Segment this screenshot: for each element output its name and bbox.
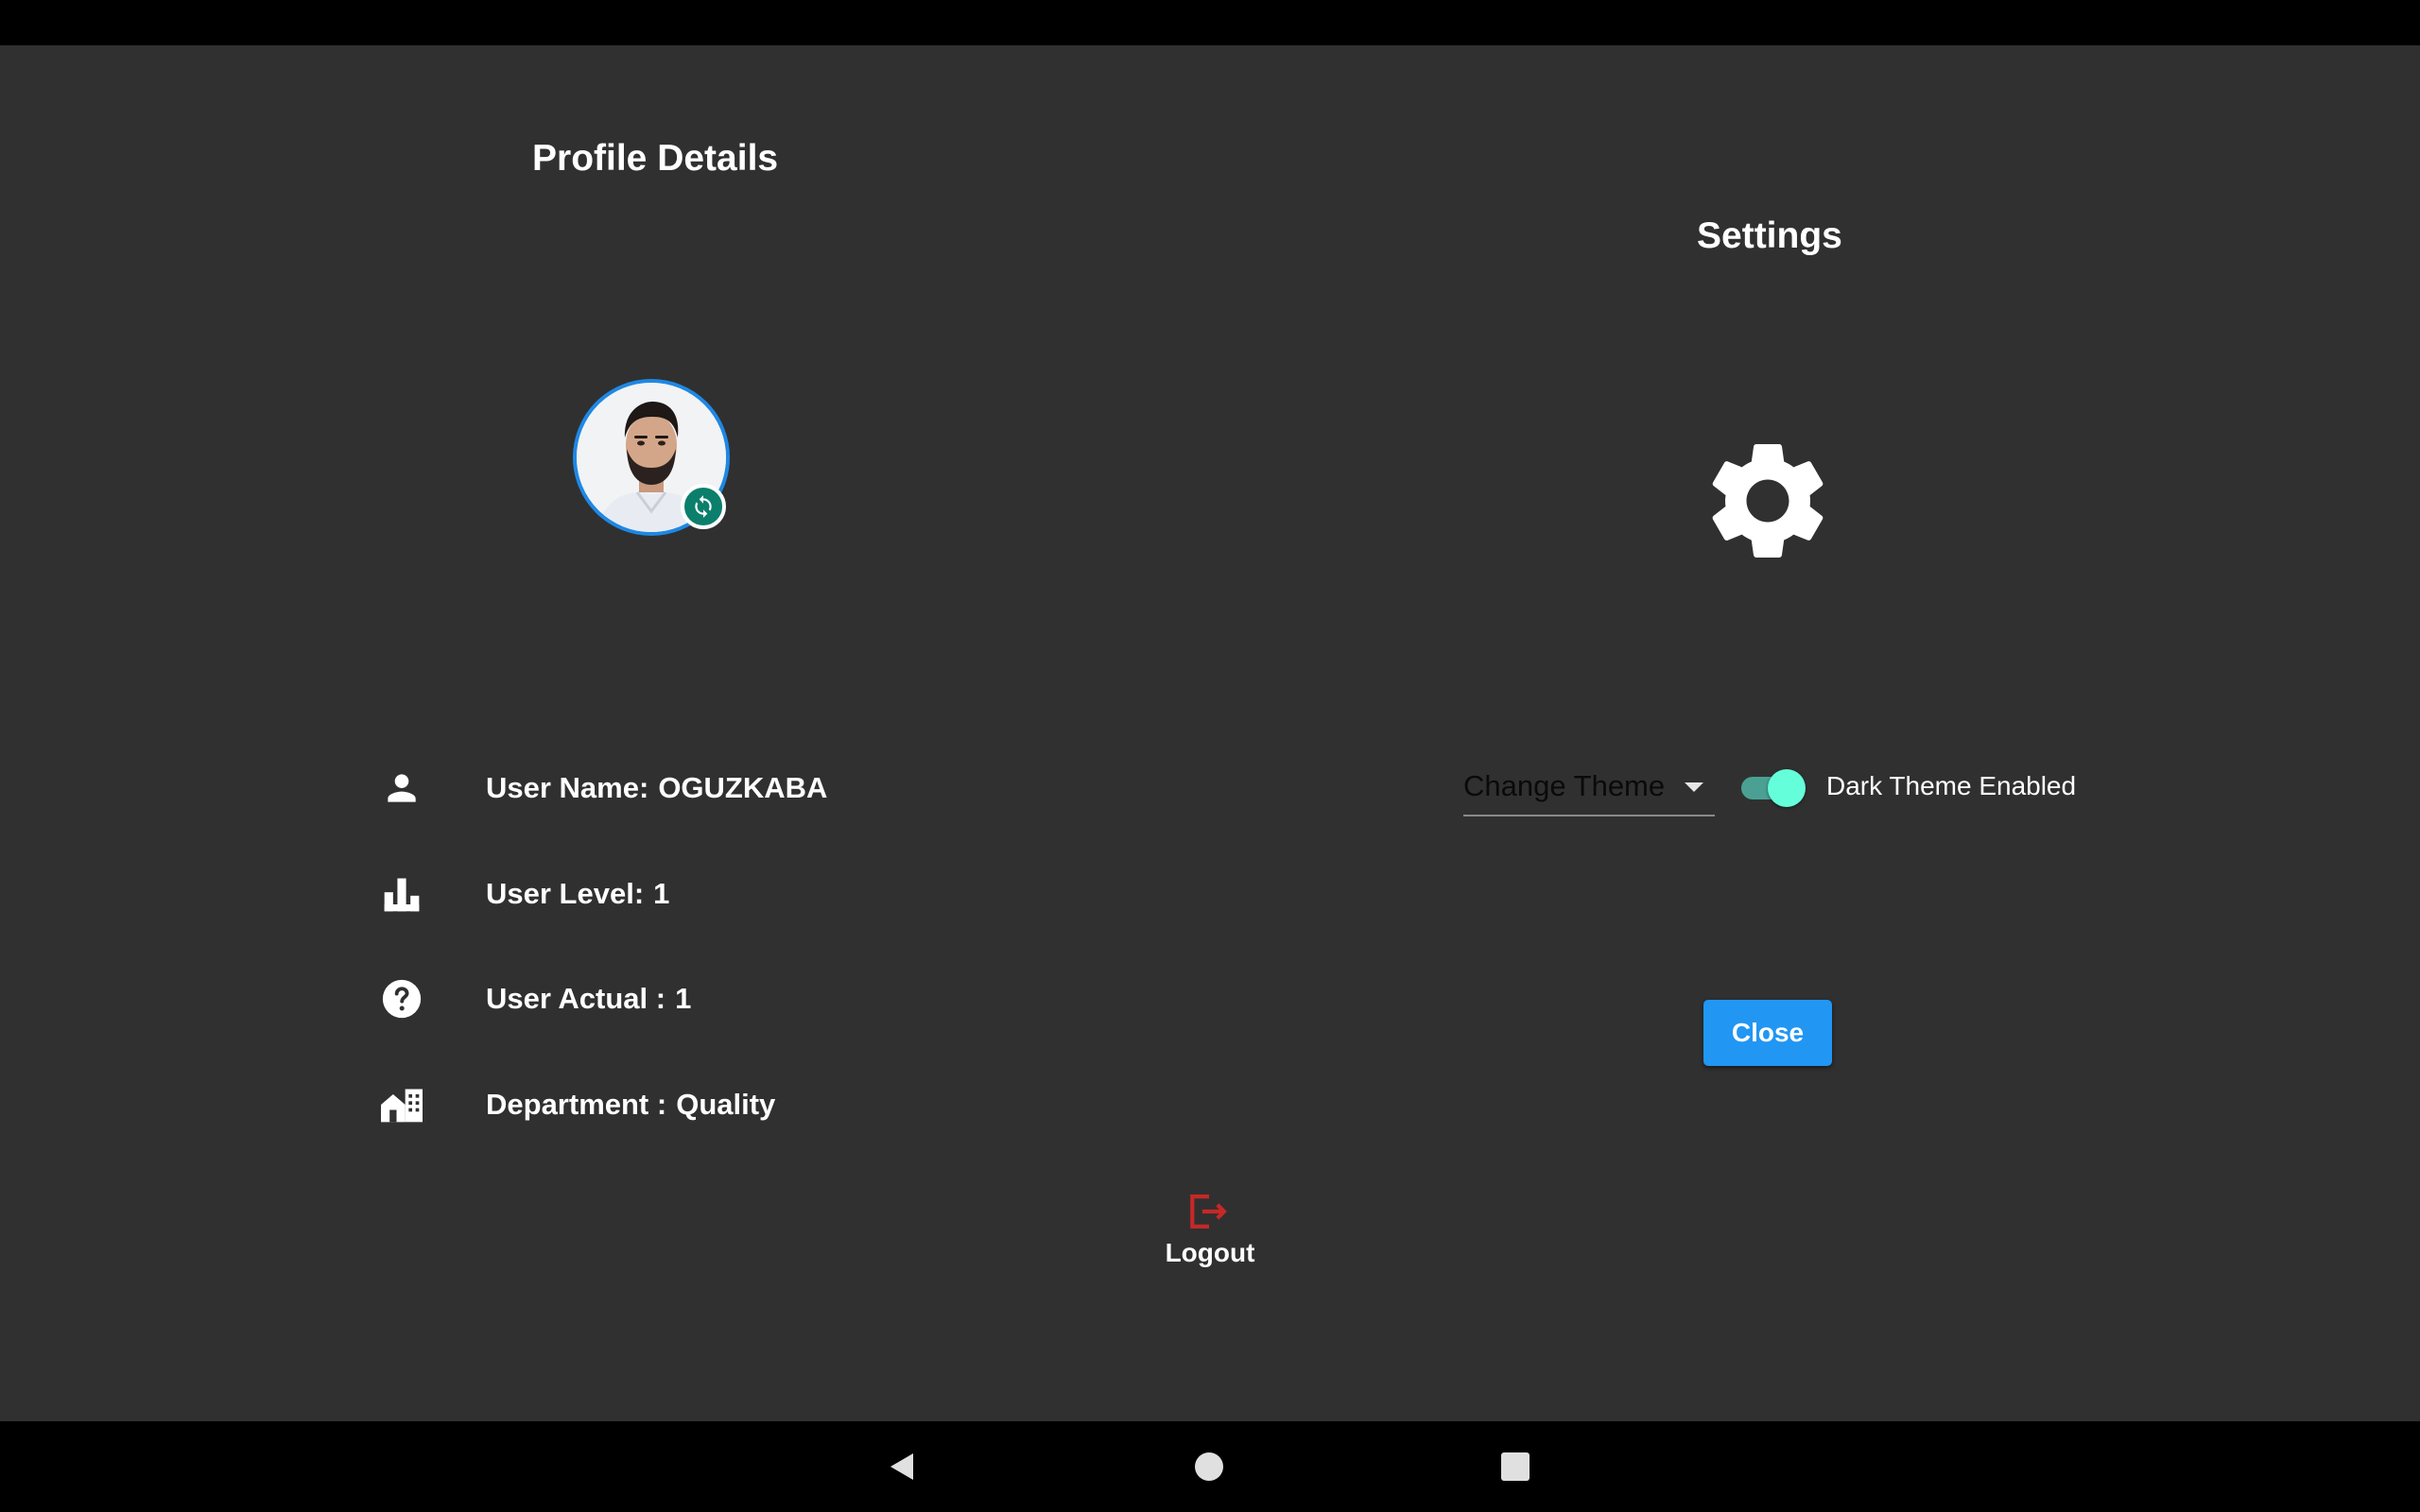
user-actual-row: User Actual : 1 <box>376 971 691 1027</box>
toggle-thumb <box>1768 769 1806 807</box>
user-level-label: User Level: <box>486 877 645 910</box>
user-level-text: User Level: 1 <box>486 877 669 911</box>
recent-apps-icon[interactable] <box>1501 1452 1530 1481</box>
user-name-value: OGUZKABA <box>658 771 828 804</box>
profile-details-title: Profile Details <box>532 138 779 179</box>
change-theme-dropdown[interactable]: Change Theme <box>1463 764 1715 816</box>
sync-icon[interactable] <box>681 484 726 529</box>
user-level-value: 1 <box>653 877 670 910</box>
user-actual-value: 1 <box>675 982 692 1015</box>
bar-chart-icon <box>376 868 427 919</box>
status-bar <box>0 0 2420 45</box>
user-name-row: User Name: OGUZKABA <box>376 760 827 816</box>
dark-theme-label: Dark Theme Enabled <box>1826 771 2077 800</box>
user-name-text: User Name: OGUZKABA <box>486 771 827 805</box>
change-theme-label: Change Theme <box>1463 769 1666 802</box>
department-label: Department : <box>486 1088 667 1121</box>
person-icon <box>376 763 427 814</box>
logout-label: Logout <box>1165 1238 1255 1267</box>
close-button[interactable]: Close <box>1703 1000 1832 1066</box>
user-name-label: User Name: <box>486 771 649 804</box>
logout-button[interactable]: Logout <box>1153 1193 1267 1268</box>
user-actual-label: User Actual : <box>486 982 666 1015</box>
building-icon <box>376 1079 427 1130</box>
settings-title: Settings <box>1697 215 1842 256</box>
department-value: Quality <box>676 1088 776 1121</box>
dark-theme-toggle[interactable] <box>1739 769 1809 807</box>
department-text: Department : Quality <box>486 1088 775 1122</box>
user-level-row: User Level: 1 <box>376 866 669 922</box>
logout-icon <box>1187 1193 1231 1230</box>
gear-icon <box>1697 430 1839 572</box>
chevron-down-icon <box>1685 782 1703 792</box>
home-icon[interactable] <box>1195 1452 1223 1481</box>
department-row: Department : Quality <box>376 1076 775 1133</box>
user-actual-text: User Actual : 1 <box>486 982 691 1016</box>
back-icon[interactable] <box>887 1452 917 1482</box>
help-circle-icon <box>376 973 427 1024</box>
